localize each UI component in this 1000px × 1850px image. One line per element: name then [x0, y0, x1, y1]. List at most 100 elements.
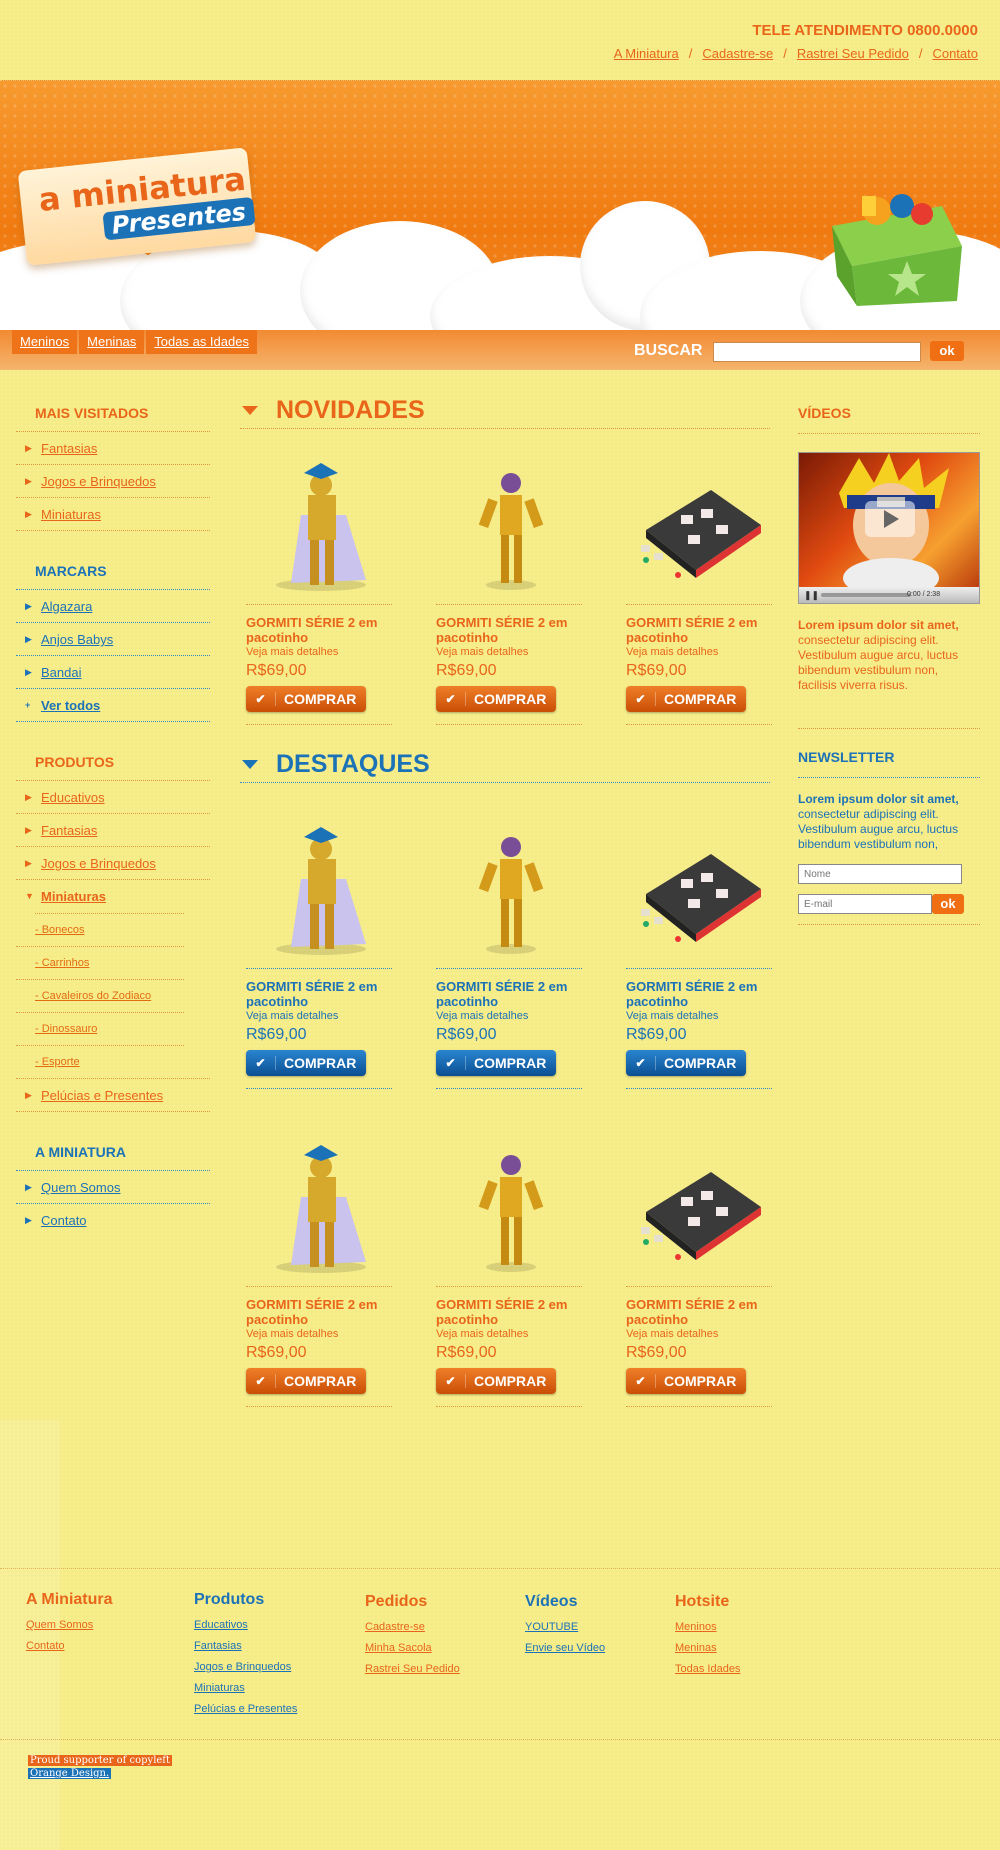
product-name[interactable]: GORMITI SÉRIE 2 em pacotinho: [436, 1297, 582, 1327]
sidebar-item-bandai[interactable]: ▶ Bandai: [16, 656, 210, 689]
product-details-link[interactable]: Veja mais detalhes: [626, 1010, 772, 1022]
footer-link[interactable]: Meninas: [675, 1638, 740, 1659]
sidebar-item-quem-somos[interactable]: ▶ Quem Somos: [16, 1171, 210, 1204]
footer-link[interactable]: Pelúcias e Presentes: [194, 1699, 297, 1720]
product-details-link[interactable]: Veja mais detalhes: [436, 1328, 582, 1340]
product-image[interactable]: [246, 445, 392, 605]
product-name[interactable]: GORMITI SÉRIE 2 em pacotinho: [246, 1297, 392, 1327]
product-details-link[interactable]: Veja mais detalhes: [436, 646, 582, 658]
search-button[interactable]: ok: [930, 341, 964, 361]
top-link-cadastre[interactable]: Cadastre-se: [702, 46, 773, 61]
video-player[interactable]: ❚❚ 0:00 / 2:38: [798, 452, 980, 604]
product-name[interactable]: GORMITI SÉRIE 2 em pacotinho: [246, 979, 392, 1009]
sidebar-subitem-carrinhos[interactable]: - Carrinhos: [16, 947, 184, 980]
sidebar-item-fantasias[interactable]: ▶ Fantasias: [16, 432, 210, 465]
product-card[interactable]: GORMITI SÉRIE 2 em pacotinho Veja mais de…: [246, 809, 392, 1089]
product-details-link[interactable]: Veja mais detalhes: [626, 1328, 772, 1340]
product-details-link[interactable]: Veja mais detalhes: [436, 1010, 582, 1022]
product-details-link[interactable]: Veja mais detalhes: [246, 1010, 392, 1022]
product-card[interactable]: GORMITI SÉRIE 2 em pacotinho Veja mais de…: [626, 1127, 772, 1407]
buy-button[interactable]: ✔ COMPRAR: [436, 686, 556, 712]
pause-icon[interactable]: ❚❚: [804, 590, 819, 601]
product-image[interactable]: [626, 445, 772, 605]
footer-link[interactable]: Meninos: [675, 1617, 740, 1638]
sidebar-subitem-dinossauro[interactable]: - Dinossauro: [16, 1013, 184, 1046]
product-name[interactable]: GORMITI SÉRIE 2 em pacotinho: [436, 615, 582, 645]
product-details-link[interactable]: Veja mais detalhes: [246, 646, 392, 658]
footer-link[interactable]: Todas Idades: [675, 1659, 740, 1680]
buy-button[interactable]: ✔ COMPRAR: [436, 1368, 556, 1394]
search-input[interactable]: [713, 342, 921, 362]
footer-link[interactable]: Rastrei Seu Pedido: [365, 1659, 460, 1680]
play-button[interactable]: [865, 501, 915, 537]
product-image[interactable]: [436, 445, 582, 605]
product-image-icon: [276, 463, 366, 591]
buy-button[interactable]: ✔ COMPRAR: [436, 1050, 556, 1076]
buy-button[interactable]: ✔ COMPRAR: [626, 1368, 746, 1394]
product-card[interactable]: GORMITI SÉRIE 2 em pacotinho Veja mais de…: [246, 445, 392, 725]
newsletter-submit-button[interactable]: ok: [932, 894, 964, 914]
sidebar-item-jogos[interactable]: ▶ Jogos e Brinquedos: [16, 847, 210, 880]
sidebar-subitem-bonecos[interactable]: - Bonecos: [16, 914, 184, 947]
product-card[interactable]: GORMITI SÉRIE 2 em pacotinho Veja mais de…: [246, 1127, 392, 1407]
credit-orange-design[interactable]: Orange Design.: [28, 1768, 112, 1779]
plus-icon: +: [25, 700, 31, 710]
footer-link[interactable]: YOUTUBE: [525, 1617, 605, 1638]
footer-link[interactable]: Miniaturas: [194, 1678, 297, 1699]
sidebar-item-miniaturas[interactable]: ▶ Miniaturas: [16, 498, 210, 531]
sidebar-item-algazara[interactable]: ▶ Algazara: [16, 590, 210, 623]
sidebar-item-label: Miniaturas: [41, 889, 107, 904]
product-card[interactable]: GORMITI SÉRIE 2 em pacotinho Veja mais de…: [436, 809, 582, 1089]
sidebar-subitem-cavaleiros[interactable]: - Cavaleiros do Zodiaco: [16, 980, 184, 1013]
video-seekbar[interactable]: [821, 593, 911, 597]
product-image[interactable]: [436, 809, 582, 969]
sidebar-item-pelucias[interactable]: ▶ Pelúcias e Presentes: [16, 1079, 210, 1112]
product-card[interactable]: GORMITI SÉRIE 2 em pacotinho Veja mais de…: [626, 809, 772, 1089]
divider: [626, 1088, 772, 1089]
product-card[interactable]: GORMITI SÉRIE 2 em pacotinho Veja mais de…: [626, 445, 772, 725]
buy-button[interactable]: ✔ COMPRAR: [246, 1050, 366, 1076]
footer-link[interactable]: Jogos e Brinquedos: [194, 1657, 297, 1678]
product-name[interactable]: GORMITI SÉRIE 2 em pacotinho: [626, 615, 772, 645]
product-name[interactable]: GORMITI SÉRIE 2 em pacotinho: [626, 979, 772, 1009]
top-link-rastrei[interactable]: Rastrei Seu Pedido: [797, 46, 909, 61]
buy-button[interactable]: ✔ COMPRAR: [626, 1050, 746, 1076]
buy-button[interactable]: ✔ COMPRAR: [246, 1368, 366, 1394]
product-name[interactable]: GORMITI SÉRIE 2 em pacotinho: [246, 615, 392, 645]
newsletter-email-field[interactable]: [798, 894, 932, 914]
tab-todas-idades[interactable]: Todas as Idades: [146, 330, 257, 354]
footer-link[interactable]: Cadastre-se: [365, 1617, 460, 1638]
product-image[interactable]: [626, 809, 772, 969]
product-image[interactable]: [246, 1127, 392, 1287]
sidebar-item-anjos-babys[interactable]: ▶ Anjos Babys: [16, 623, 210, 656]
sidebar-item-educativos[interactable]: ▶ Educativos: [16, 781, 210, 814]
footer-link[interactable]: Fantasias: [194, 1636, 297, 1657]
product-image[interactable]: [626, 1127, 772, 1287]
newsletter-name-field[interactable]: [798, 864, 962, 884]
sidebar-item-miniaturas-active[interactable]: ▼ Miniaturas: [16, 880, 184, 913]
product-card[interactable]: GORMITI SÉRIE 2 em pacotinho Veja mais de…: [436, 1127, 582, 1407]
footer-link[interactable]: Educativos: [194, 1615, 297, 1636]
product-details-link[interactable]: Veja mais detalhes: [246, 1328, 392, 1340]
tab-meninas[interactable]: Meninas: [79, 330, 145, 354]
sidebar-item-jogos[interactable]: ▶ Jogos e Brinquedos: [16, 465, 210, 498]
buy-button[interactable]: ✔ COMPRAR: [626, 686, 746, 712]
top-link-a-miniatura[interactable]: A Miniatura: [614, 46, 679, 61]
sidebar-item-ver-todos[interactable]: + Ver todos: [16, 689, 210, 722]
footer-link[interactable]: Minha Sacola: [365, 1638, 460, 1659]
buy-button[interactable]: ✔ COMPRAR: [246, 686, 366, 712]
product-image[interactable]: [436, 1127, 582, 1287]
footer-link[interactable]: Envie seu Vídeo: [525, 1638, 605, 1659]
product-details-link[interactable]: Veja mais detalhes: [626, 646, 772, 658]
footer-link[interactable]: Contato: [26, 1636, 113, 1657]
sidebar-item-contato[interactable]: ▶ Contato: [16, 1204, 210, 1237]
footer-link[interactable]: Quem Somos: [26, 1615, 113, 1636]
product-name[interactable]: GORMITI SÉRIE 2 em pacotinho: [626, 1297, 772, 1327]
sidebar-subitem-esporte[interactable]: - Esporte: [16, 1046, 210, 1079]
product-image[interactable]: [246, 809, 392, 969]
product-card[interactable]: GORMITI SÉRIE 2 em pacotinho Veja mais de…: [436, 445, 582, 725]
top-link-contato[interactable]: Contato: [932, 46, 978, 61]
sidebar-item-fantasias[interactable]: ▶ Fantasias: [16, 814, 210, 847]
product-name[interactable]: GORMITI SÉRIE 2 em pacotinho: [436, 979, 582, 1009]
tab-meninos[interactable]: Meninos: [12, 330, 78, 354]
